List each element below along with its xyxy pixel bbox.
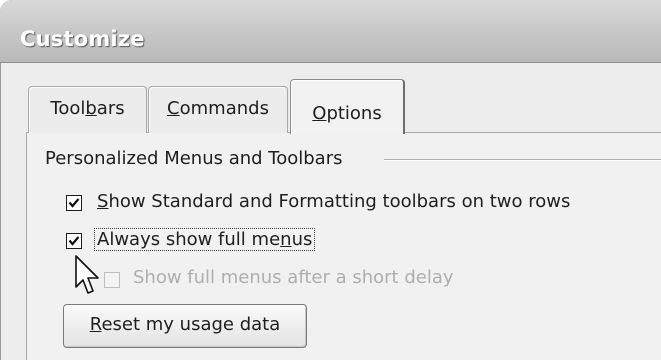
full-menus-accesskey: n	[280, 229, 292, 250]
reset-accesskey: R	[89, 314, 102, 335]
short-delay-checkbox[interactable]	[104, 272, 120, 288]
two-rows-label[interactable]: Show Standard and Formatting toolbars on…	[97, 191, 570, 212]
checkmark-icon	[68, 198, 80, 208]
full-menus-label[interactable]: Always show full menus	[93, 228, 316, 251]
title-bar[interactable]: Customize	[0, 0, 661, 63]
short-delay-label: Show full menus after a short delay	[133, 267, 454, 288]
two-rows-checkbox[interactable]	[66, 195, 82, 211]
group-divider	[384, 159, 661, 161]
tab-commands-accesskey: C	[167, 98, 180, 119]
tab-commands-label-rest: ommands	[179, 98, 269, 119]
tab-toolbars-label-part: Tool	[50, 98, 86, 119]
full-menus-label-part: Always show full me	[97, 229, 281, 250]
tab-toolbars-label-rest: ars	[96, 98, 125, 119]
reset-usage-data-button[interactable]: Reset my usage data	[63, 304, 307, 348]
checkmark-icon	[68, 236, 80, 246]
tab-toolbars[interactable]: Toolbars	[28, 86, 147, 133]
tab-options[interactable]: Options	[290, 79, 405, 134]
full-menus-checkbox[interactable]	[66, 233, 82, 249]
tab-commands[interactable]: Commands	[148, 86, 288, 133]
tab-options-accesskey: O	[312, 103, 327, 124]
two-rows-label-rest: how Standard and Formatting toolbars on …	[108, 191, 571, 212]
reset-label-rest: eset my usage data	[101, 314, 281, 335]
tab-toolbars-accesskey: b	[85, 98, 97, 119]
customize-dialog: Customize Toolbars Commands Options Pers…	[0, 0, 661, 360]
group-label: Personalized Menus and Toolbars	[45, 148, 343, 169]
arrow-cursor-icon	[75, 255, 99, 294]
window-title: Customize	[20, 27, 145, 51]
two-rows-accesskey: S	[97, 191, 109, 212]
tab-options-label-rest: ptions	[326, 103, 382, 124]
full-menus-label-rest: us	[291, 229, 313, 250]
